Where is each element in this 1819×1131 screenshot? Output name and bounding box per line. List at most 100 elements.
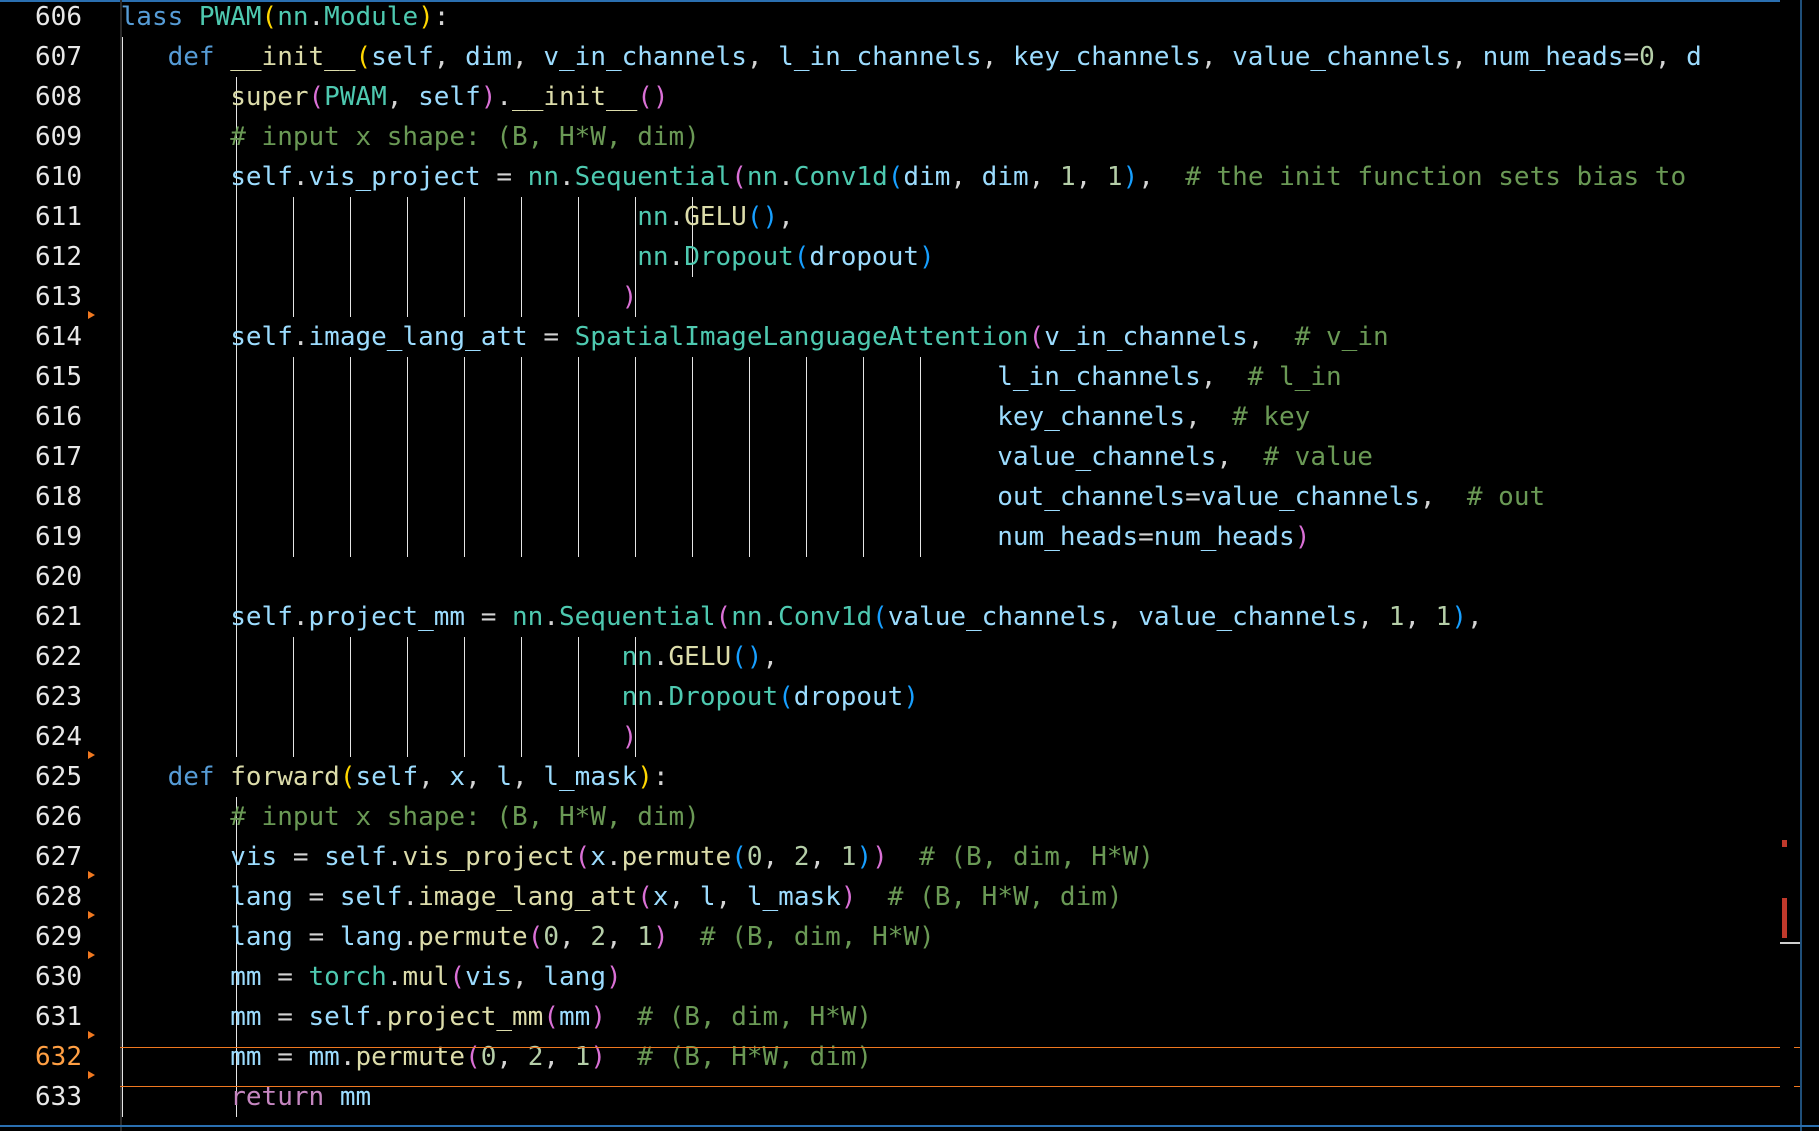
line-number[interactable]: 620 [0,557,82,597]
fold-arrow-icon[interactable] [88,311,95,319]
code-line[interactable]: nn.GELU(), [122,197,794,237]
line-number[interactable]: 630 [0,957,82,997]
code-token: , [512,962,544,992]
fold-arrow-icon[interactable] [88,951,95,959]
code-line[interactable]: mm = torch.mul(vis, lang) [122,957,622,997]
code-token: , [1419,482,1467,512]
code-line[interactable]: value_channels, # value [122,437,1373,477]
code-line[interactable]: def forward(self, x, l, l_mask): [122,757,669,797]
code-line[interactable]: mm = self.project_mm(mm) # (B, dim, H*W) [122,997,872,1037]
code-line[interactable]: ) [122,717,638,757]
code-token: # key [1232,402,1311,432]
code-token: . [652,642,669,672]
line-number[interactable]: 627 [0,837,82,877]
code-line[interactable]: l_in_channels, # l_in [122,357,1341,397]
line-number[interactable]: 615 [0,357,82,397]
line-number[interactable]: 611 [0,197,82,237]
line-number[interactable]: 608 [0,77,82,117]
line-number[interactable]: 622 [0,637,82,677]
line-number[interactable]: 607 [0,37,82,77]
code-line[interactable]: self.vis_project = nn.Sequential(nn.Conv… [122,157,1686,197]
line-number[interactable]: 629 [0,917,82,957]
code-line[interactable]: ) [122,277,638,317]
line-number[interactable]: 621 [0,597,82,637]
code-token: . [668,202,685,232]
code-line[interactable]: lang = lang.permute(0, 2, 1) # (B, dim, … [122,917,935,957]
code-token: x [449,762,466,792]
fold-arrow-icon[interactable] [88,1031,95,1039]
code-token: l [496,762,513,792]
line-number[interactable]: 609 [0,117,82,157]
code-token: l [699,882,716,912]
fold-arrow-icon[interactable] [88,1071,95,1079]
code-area[interactable]: class PWAM(nn.Module): def __init__(self… [122,0,1780,1131]
line-number[interactable]: 626 [0,797,82,837]
line-number-gutter[interactable]: 606 607 608 609 610 611 612 613 614 615 616 617 618 6… [0,0,120,1131]
code-token: , [1075,162,1107,192]
fold-arrow-icon[interactable] [88,871,95,879]
line-number[interactable]: 619 [0,517,82,557]
code-token: nn [277,2,309,32]
vertical-scrollbar[interactable] [1780,0,1794,1131]
line-number[interactable]: 625 [0,757,82,797]
code-line[interactable]: out_channels=value_channels, # out [122,477,1545,517]
code-editor[interactable]: 606 607 608 609 610 611 612 613 614 615 616 617 618 6… [0,0,1819,1131]
code-line[interactable]: key_channels, # key [122,397,1310,437]
code-token: dim [903,162,951,192]
code-line[interactable]: # input x shape: (B, H*W, dim) [122,797,700,837]
code-line[interactable]: self.project_mm = nn.Sequential(nn.Conv1… [122,597,1482,637]
line-number[interactable]: 612 [0,237,82,277]
line-number[interactable]: 633 [0,1077,82,1117]
code-line[interactable]: # input x shape: (B, H*W, dim) [122,117,700,157]
code-line[interactable]: lang = self.image_lang_att(x, l, l_mask)… [122,877,1122,917]
code-token: l_in_channels [997,362,1201,392]
code-line[interactable]: num_heads=num_heads) [122,517,1310,557]
code-token: , [950,162,982,192]
code-token: , [746,42,779,72]
code-token: l_mask [543,762,638,792]
scrollbar-error-marker [1782,898,1787,938]
code-line[interactable]: def __init__(self, dim, v_in_channels, l… [122,37,1702,77]
line-number[interactable]: 610 [0,157,82,197]
code-token: , [605,922,638,952]
code-line[interactable]: self.image_lang_att = SpatialImageLangua… [122,317,1388,357]
code-token: # input x shape: (B, H*W, dim) [230,802,700,832]
code-line[interactable]: class PWAM(nn.Module): [122,0,449,37]
code-token: lang [230,922,293,952]
indent-guide [122,557,123,597]
code-token: # (B, dim, H*W) [699,922,935,952]
code-token: ) [919,242,935,272]
line-number[interactable]: 616 [0,397,82,437]
code-line[interactable]: nn.Dropout(dropout) [122,237,935,277]
line-number[interactable]: 623 [0,677,82,717]
code-token: nn [621,642,653,672]
editor-bottom-border [0,1125,1819,1127]
fold-arrow-icon[interactable] [88,911,95,919]
code-line[interactable]: nn.Dropout(dropout) [122,677,919,717]
line-number[interactable]: 631 [0,997,82,1037]
line-number[interactable]: 617 [0,437,82,477]
code-token: . [386,842,403,872]
code-token: __init__ [512,82,638,112]
code-token: self [230,322,293,352]
code-line[interactable]: vis = self.vis_project(x.permute(0, 2, 1… [122,837,1154,877]
code-token: dim [981,162,1029,192]
line-number[interactable]: 624 [0,717,82,757]
code-token: nn [527,162,559,192]
line-number[interactable]: 614 [0,317,82,357]
line-number[interactable]: 632 [0,1037,82,1077]
fold-arrow-icon[interactable] [88,751,95,759]
code-token: ) [605,962,622,992]
line-number[interactable]: 618 [0,477,82,517]
code-line[interactable]: nn.GELU(), [122,637,779,677]
line-number[interactable]: 613 [0,277,82,317]
line-number[interactable]: 606 [0,0,82,37]
line-number[interactable]: 628 [0,877,82,917]
code-line[interactable]: super(PWAM, self).__init__() [122,77,668,117]
code-token: , [1357,602,1389,632]
